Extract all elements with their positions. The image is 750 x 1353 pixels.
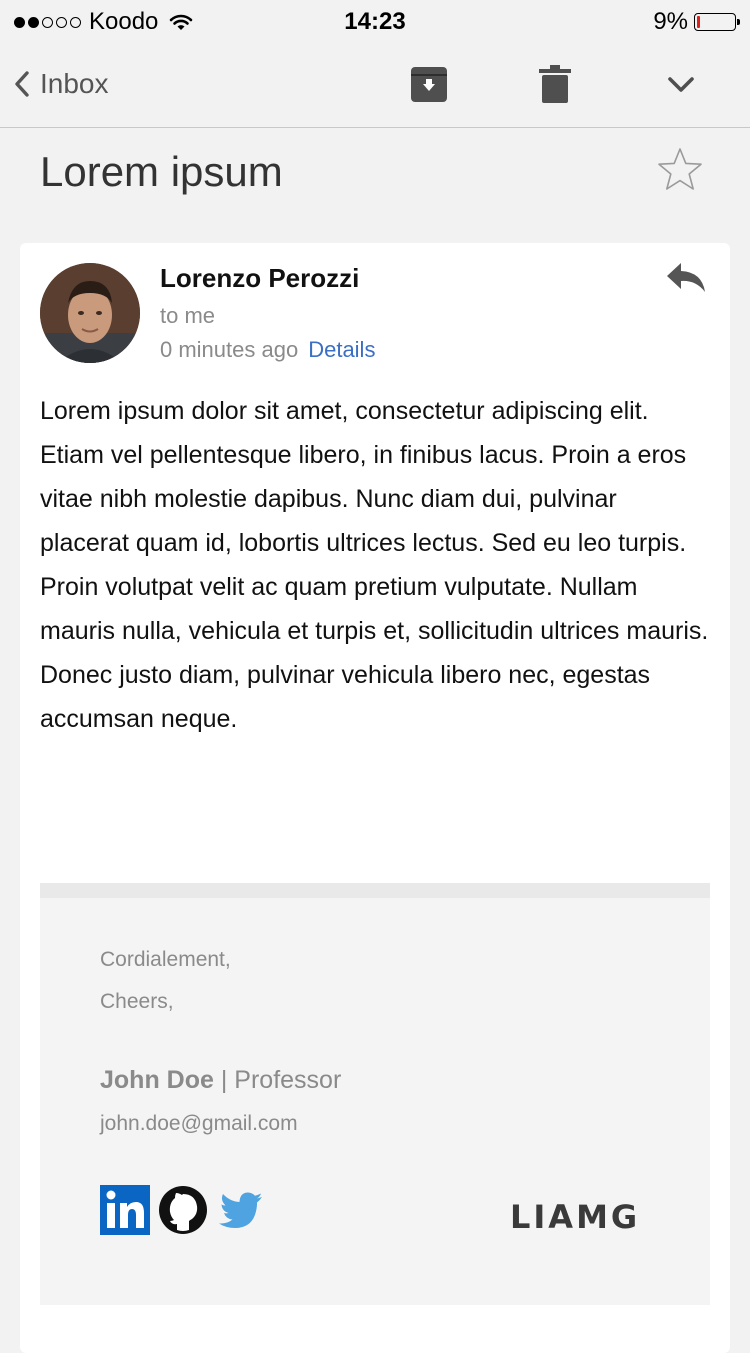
sender-name: Lorenzo Perozzi (160, 263, 360, 293)
avatar[interactable] (40, 263, 140, 363)
signature-email[interactable]: john.doe@gmail.com (100, 1112, 298, 1136)
navigation-bar: Inbox (0, 42, 750, 128)
details-link[interactable]: Details (308, 337, 375, 362)
email-body: Lorem ipsum dolor sit amet, consectetur … (40, 397, 709, 733)
brand-logo: LIAMG (510, 1198, 641, 1236)
github-icon[interactable] (158, 1185, 208, 1235)
battery-percent: 9% (653, 8, 688, 35)
back-button[interactable]: Inbox (14, 68, 109, 100)
email-signature: Cordialement, Cheers, John Doe | Profess… (40, 883, 710, 1305)
signature-closing-1: Cordialement, (100, 948, 231, 971)
sender-photo (40, 263, 140, 363)
email-meta: 0 minutes ago Details (160, 337, 375, 363)
timestamp: 0 minutes ago (160, 337, 299, 362)
signature-title: Professor (234, 1066, 342, 1094)
chevron-down-icon[interactable] (661, 64, 701, 104)
recipient-label: to me (160, 303, 216, 328)
star-icon[interactable] (656, 146, 704, 194)
trash-icon[interactable] (535, 64, 575, 104)
signature-name-line: John Doe | Professor (100, 1066, 341, 1095)
battery-indicator: 9% (653, 8, 740, 36)
reply-icon[interactable] (664, 259, 708, 299)
subject-row: Lorem ipsum (0, 128, 750, 228)
back-label: Inbox (40, 68, 109, 99)
battery-icon (694, 13, 740, 31)
linkedin-icon[interactable] (100, 1185, 150, 1235)
clock: 14:23 (344, 8, 406, 35)
signature-closing-2: Cheers, (100, 990, 174, 1013)
archive-icon[interactable] (409, 64, 449, 104)
email-subject: Lorem ipsum (40, 148, 283, 195)
signature-name: John Doe (100, 1066, 214, 1094)
chevron-left-icon (15, 71, 29, 97)
twitter-icon[interactable] (216, 1185, 266, 1235)
email-card: Lorenzo Perozzi to me 0 minutes ago Detai… (20, 243, 730, 1353)
status-bar: Koodo 14:23 9% (0, 0, 750, 42)
signature-separator: | (213, 1066, 235, 1094)
